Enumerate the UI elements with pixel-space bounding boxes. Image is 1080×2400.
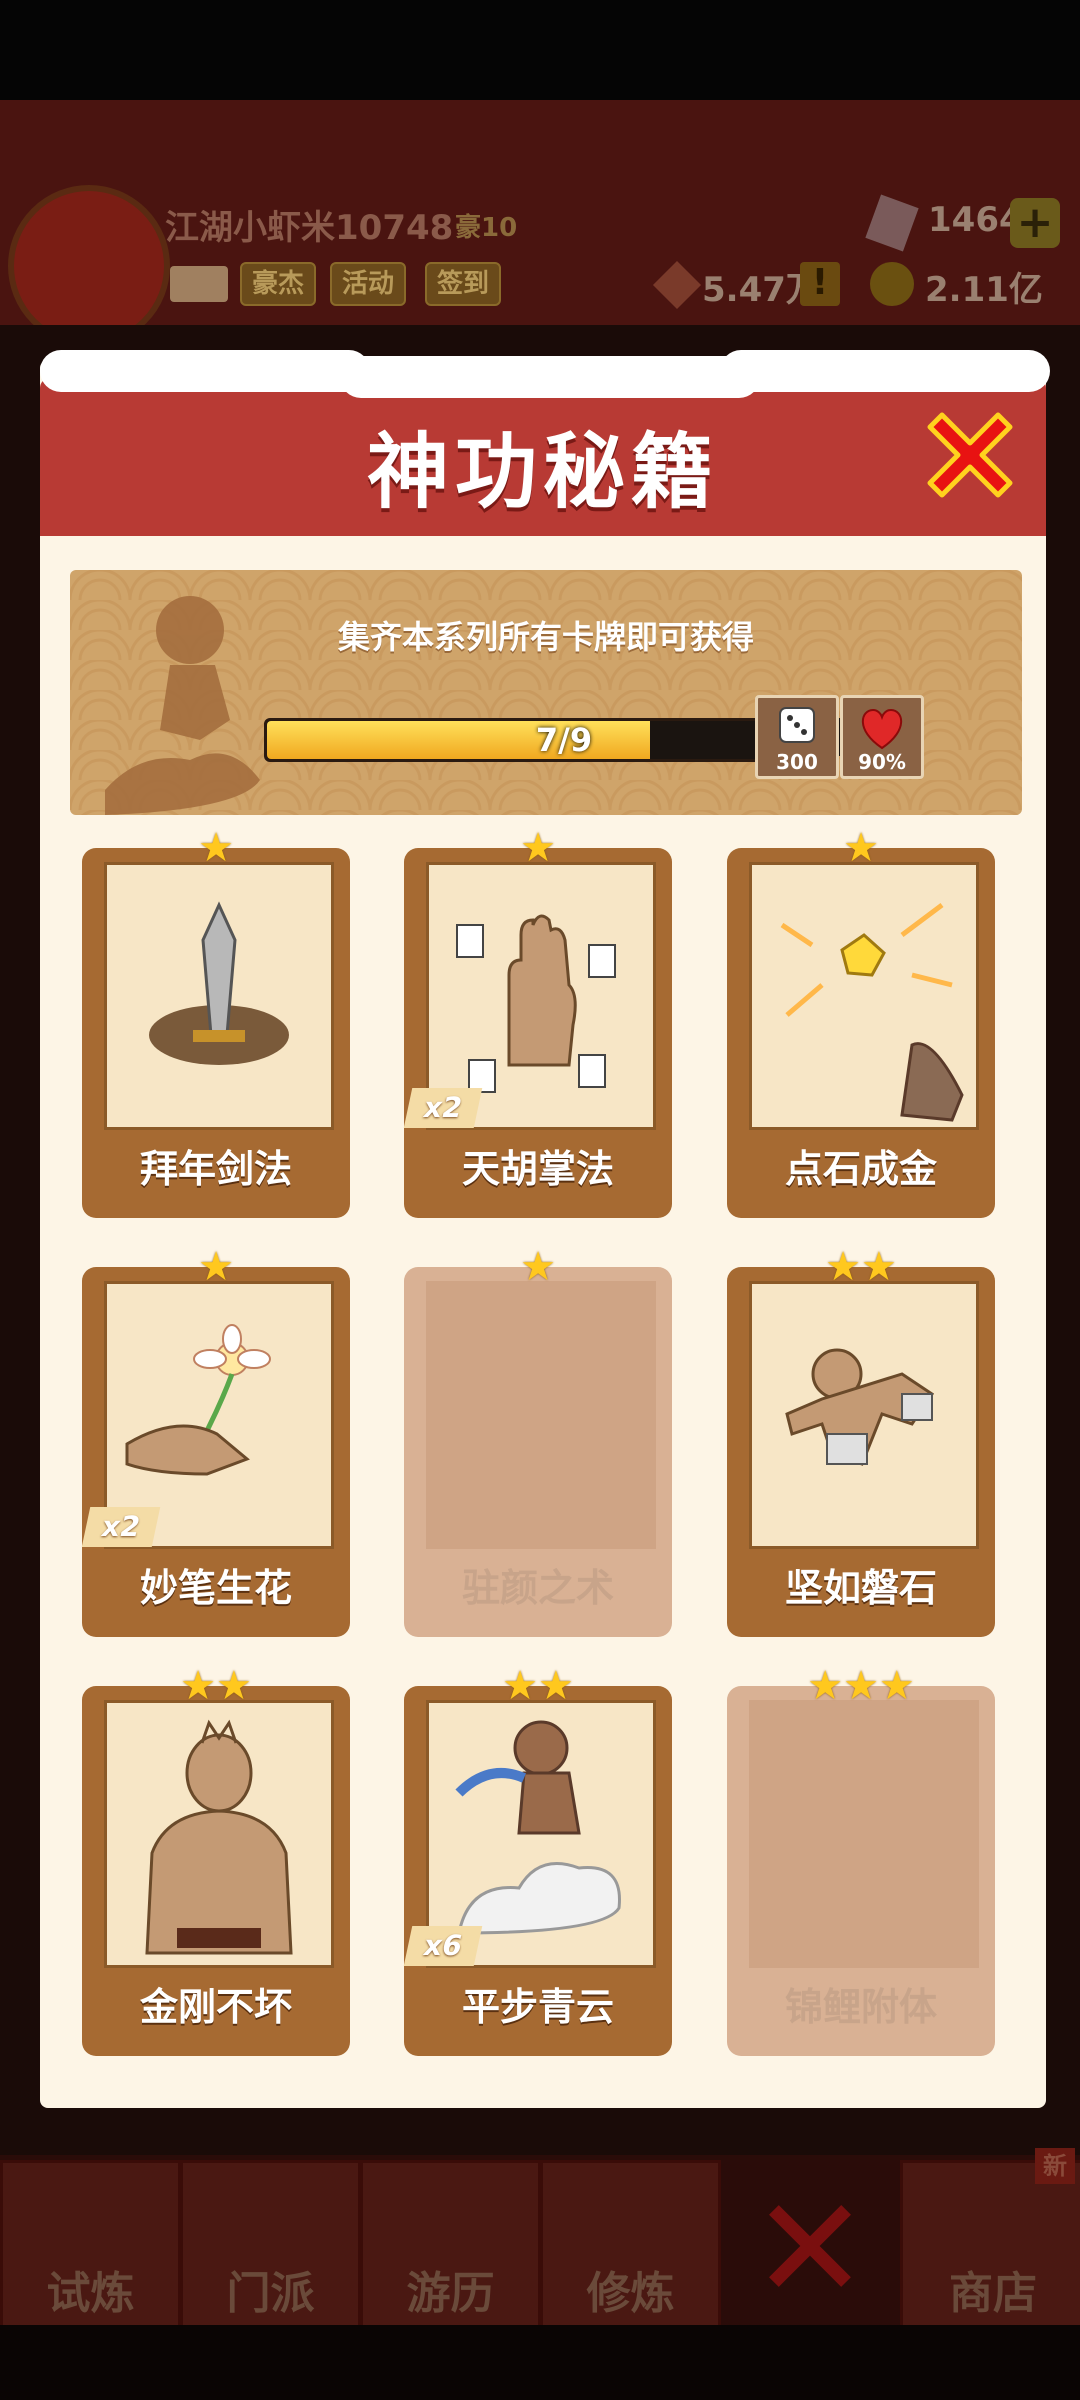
star-icon: ★ (825, 1244, 861, 1290)
gold-art (780, 903, 964, 1122)
close-icon (927, 412, 1013, 498)
star-icon: ★ (520, 1244, 556, 1290)
card-stars: ★★ (727, 1245, 995, 1289)
card-3[interactable]: ★ 点石成金 (727, 826, 995, 1218)
modal-title: 神功秘籍 (366, 425, 719, 520)
tab-shop[interactable]: 商店 (900, 2160, 1080, 2346)
card-count-badge: x2 (81, 1507, 161, 1547)
card-name: 驻颜之术 (461, 1566, 614, 1610)
vip-level: 豪10 (455, 213, 518, 243)
alert-button[interactable]: ! (800, 262, 840, 306)
star-icon: ★ (520, 825, 556, 871)
tab-trial[interactable]: 试炼 (0, 2160, 181, 2346)
heroes-button[interactable]: 豪杰 (240, 262, 317, 306)
star-icon: ★ (861, 1244, 897, 1290)
star-icon: ★ (180, 1663, 216, 1709)
card-9[interactable]: ★★★ 锦鲤附体 (727, 1664, 995, 2056)
card-1[interactable]: ★ 拜年剑法 (82, 826, 350, 1218)
coin-icon (870, 262, 914, 306)
tab-sect[interactable]: 门派 (180, 2160, 361, 2346)
card-8[interactable]: ★★ x6 平步青云 (403, 1664, 672, 2056)
reward-dice[interactable]: 300 (755, 695, 839, 779)
card-stars: ★ (82, 826, 350, 870)
mail-icon[interactable] (170, 266, 228, 302)
card-name: 锦鲤附体 (784, 1985, 937, 2029)
card-name: 坚如磐石 (784, 1566, 937, 1610)
card-name: 点石成金 (784, 1147, 937, 1191)
signin-button[interactable]: 签到 (425, 262, 502, 306)
card-art (104, 862, 334, 1130)
card-name: 妙笔生花 (139, 1566, 292, 1610)
new-badge: 新 (1035, 2148, 1075, 2184)
muscle-art (145, 1719, 293, 1955)
card-name: 天胡掌法 (461, 1147, 614, 1191)
card-stars: ★ (727, 826, 995, 870)
star-icon: ★ (198, 825, 234, 871)
card-6[interactable]: ★★ 坚如磐石 (727, 1245, 995, 1637)
card-art (104, 1700, 334, 1968)
card-name: 金刚不坏 (139, 1985, 292, 2029)
card-name: 平步青云 (461, 1985, 614, 2029)
sword-art (149, 901, 289, 1065)
card-art (426, 1281, 656, 1549)
card-stars: ★★ (404, 1664, 672, 1708)
add-gems-button[interactable]: + (1010, 198, 1060, 248)
card-stars: ★★ (82, 1664, 350, 1708)
snow-decoration (720, 350, 1050, 392)
snow-decoration (340, 356, 760, 398)
coin-count: 2.11亿 (925, 270, 1043, 310)
star-icon: ★ (198, 1244, 234, 1290)
banner-text: 集齐本系列所有卡牌即可获得 (337, 618, 754, 656)
card-count-badge: x2 (403, 1088, 483, 1128)
card-count-badge: x6 (403, 1926, 483, 1966)
card-art (749, 1281, 979, 1549)
close-button[interactable] (920, 405, 1020, 505)
card-stars: ★★★ (727, 1664, 995, 1708)
card-stars: ★ (404, 1245, 672, 1289)
username: 江湖小虾米10748 (165, 208, 454, 248)
card-2[interactable]: ★ x2 天胡掌法 (403, 826, 672, 1218)
star-icon: ★ (878, 1663, 915, 1709)
star-icon: ★ (538, 1663, 574, 1709)
snow-decoration (40, 350, 370, 392)
star-icon: ★ (502, 1663, 538, 1709)
card-5[interactable]: ★ 驻颜之术 (404, 1245, 672, 1637)
gem-count: 1464 (928, 200, 1023, 240)
card-name: 拜年剑法 (139, 1147, 292, 1191)
card-7[interactable]: ★★ 金刚不坏 (82, 1664, 350, 2056)
avatar[interactable] (8, 185, 170, 347)
tab-cultivate[interactable]: 修炼 (540, 2160, 721, 2346)
star-icon: ★ (807, 1663, 844, 1709)
star-icon: ★ (843, 825, 879, 871)
activity-button[interactable]: 活动 (330, 262, 407, 306)
card-art (749, 1700, 979, 1968)
status-bar (0, 0, 1080, 100)
tab-travel[interactable]: 游历 (360, 2160, 541, 2346)
star-icon: ★ (216, 1663, 252, 1709)
card-4[interactable]: ★ x2 妙笔生花 (81, 1245, 350, 1637)
star-icon: ★ (843, 1663, 879, 1709)
reward-heart[interactable]: 90% (840, 695, 924, 779)
rock-art (785, 1348, 935, 1466)
system-nav-bar (0, 2325, 1080, 2400)
card-stars: ★ (404, 826, 672, 870)
card-stars: ★ (82, 1245, 350, 1289)
card-art (749, 862, 979, 1130)
nav-close-icon[interactable]: ✕ (750, 2180, 870, 2320)
